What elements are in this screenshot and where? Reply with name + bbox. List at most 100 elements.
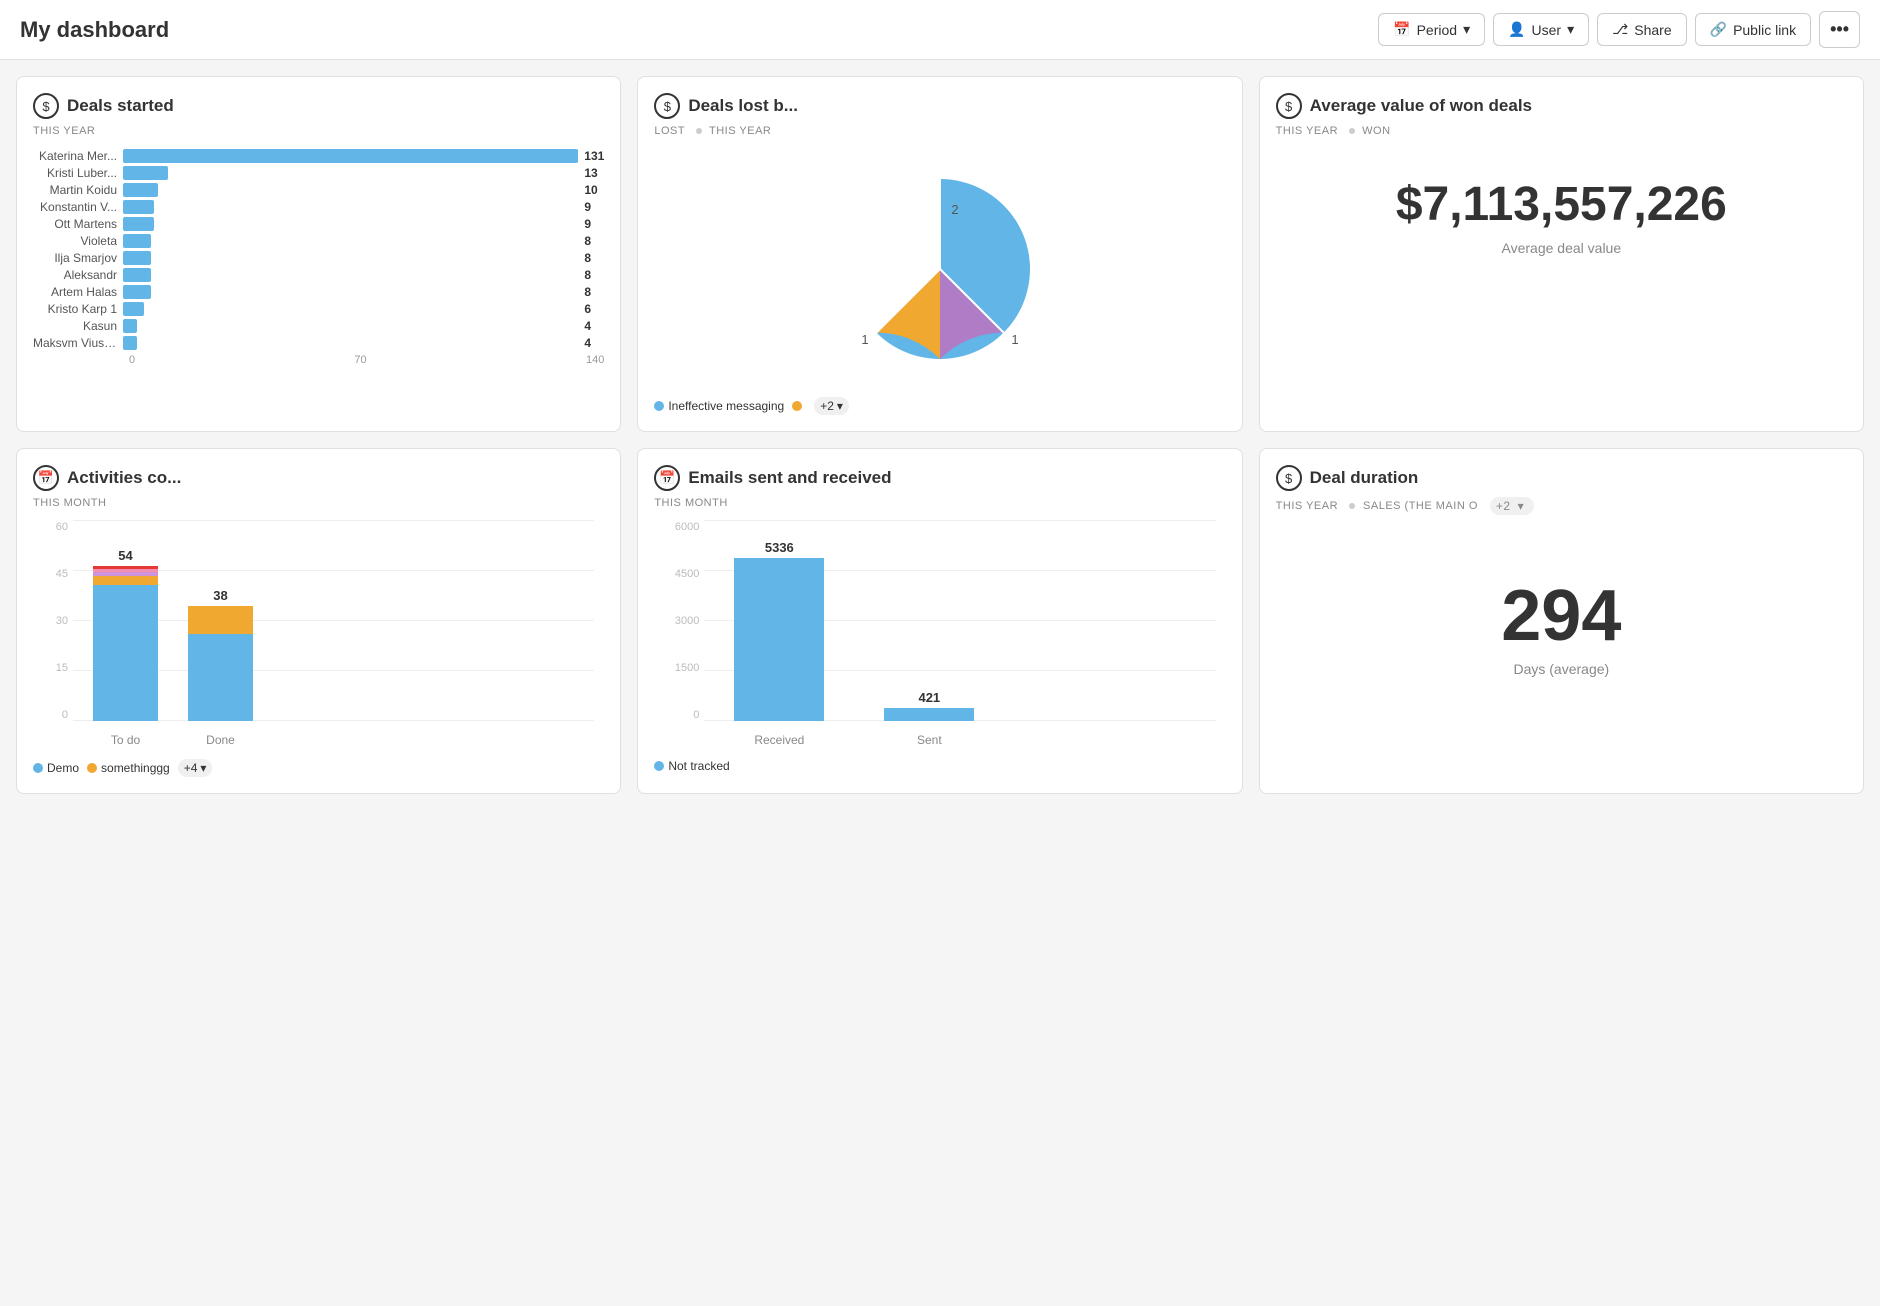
- deals-lost-card: $ Deals lost b... LOST THIS YEAR 2: [637, 76, 1242, 432]
- deal-duration-more-label: +2: [1496, 499, 1511, 513]
- bar-group-done: 38: [188, 588, 253, 721]
- x-axis-labels: To do Done: [73, 733, 594, 747]
- deal-duration-card: $ Deal duration THIS YEAR SALES (THE MAI…: [1259, 448, 1864, 794]
- email-bar-received: 5336: [734, 540, 824, 721]
- deals-started-title: Deals started: [67, 96, 174, 116]
- public-link-label: Public link: [1733, 22, 1796, 38]
- bar-value: 8: [584, 234, 604, 248]
- bar-track: [123, 319, 578, 333]
- deals-lost-subtitle: LOST THIS YEAR: [654, 125, 1225, 137]
- sent-bar: [884, 708, 974, 721]
- public-link-button[interactable]: 🔗 Public link: [1695, 13, 1811, 46]
- emails-card: 📅 Emails sent and received THIS MONTH 0 …: [637, 448, 1242, 794]
- bar-value: 131: [584, 149, 604, 163]
- bar-track: [123, 234, 578, 248]
- bar-track: [123, 268, 578, 282]
- emails-legend: Not tracked: [654, 759, 1225, 773]
- bar-value: 8: [584, 285, 604, 299]
- bar-value: 9: [584, 200, 604, 214]
- bar-row: Maksvm Viushkin4: [33, 336, 604, 350]
- activities-chart: 0 15 30 45 60 54: [33, 521, 604, 751]
- bar-row: Aleksandr 8: [33, 268, 604, 282]
- bar-label-todo: 54: [118, 548, 132, 563]
- bar-fill: [123, 302, 144, 316]
- legend-label: Ineffective messaging: [668, 399, 784, 413]
- emails-chart: 0 1500 3000 4500 6000 5336: [654, 521, 1225, 751]
- user-label: User: [1532, 22, 1562, 38]
- bar-fill: [123, 251, 151, 265]
- link-icon: 🔗: [1710, 21, 1727, 38]
- avg-value-number: $7,113,557,226: [1276, 177, 1847, 232]
- activities-card: 📅 Activities co... THIS MONTH 0 15 30 45…: [16, 448, 621, 794]
- activities-legend-more[interactable]: +4 ▾: [178, 759, 213, 777]
- bar-fill: [123, 217, 154, 231]
- bar-segment: [188, 606, 253, 634]
- sent-label: 421: [918, 690, 940, 705]
- bar-label: Katerina Mer...: [33, 149, 123, 163]
- bar-track: [123, 200, 578, 214]
- emails-x-labels: Received Sent: [704, 733, 1215, 747]
- period-button[interactable]: 📅 Period ▾: [1378, 13, 1485, 46]
- more-icon: •••: [1830, 19, 1849, 40]
- legend-item-ineffective: Ineffective messaging: [654, 399, 784, 413]
- bar-row: Konstantin V...9: [33, 200, 604, 214]
- emails-title: Emails sent and received: [688, 468, 891, 488]
- deals-started-subtitle: THIS YEAR: [33, 125, 604, 137]
- legend-label-demo: Demo: [47, 761, 79, 775]
- emails-bars: 5336 421: [704, 540, 1215, 721]
- bar-label: Aleksandr: [33, 268, 123, 282]
- bar-fill: [123, 319, 137, 333]
- bar-track: [123, 166, 578, 180]
- deals-lost-header: $ Deals lost b...: [654, 93, 1225, 119]
- bar-row: Kristi Luber...13: [33, 166, 604, 180]
- bar-row: Violeta 8: [33, 234, 604, 248]
- legend-more-button[interactable]: +2 ▾: [814, 397, 849, 415]
- bar-fill: [123, 166, 168, 180]
- user-button[interactable]: 👤 User ▾: [1493, 13, 1589, 46]
- deals-started-axis: 070140: [33, 354, 604, 366]
- avg-value-card: $ Average value of won deals THIS YEAR W…: [1259, 76, 1864, 432]
- share-button[interactable]: ⎇ Share: [1597, 13, 1687, 46]
- legend-label-not-tracked: Not tracked: [668, 759, 729, 773]
- bar-fill: [123, 336, 137, 350]
- bar-fill: [123, 285, 151, 299]
- pie-chart: 2 1 1: [830, 159, 1050, 379]
- bar-todo: [93, 566, 158, 721]
- legend-item-somethinggg: somethinggg: [87, 761, 170, 775]
- deal-duration-subtitle: THIS YEAR SALES (THE MAIN O +2 ▾: [1276, 497, 1847, 515]
- bar-row: Ott Martens9: [33, 217, 604, 231]
- bar-row: Artem Halas8: [33, 285, 604, 299]
- received-label: 5336: [765, 540, 794, 555]
- bar-row: Martin Koidu10: [33, 183, 604, 197]
- legend-dot-demo: [33, 763, 43, 773]
- bar-value: 8: [584, 268, 604, 282]
- legend-dot-somethinggg: [87, 763, 97, 773]
- bar-fill: [123, 234, 151, 248]
- bar-segment: [93, 585, 158, 721]
- bar-value: 4: [584, 319, 604, 333]
- legend-more-label: +2: [820, 399, 834, 413]
- bar-row: Kristo Karp 16: [33, 302, 604, 316]
- activities-legend-more-label: +4: [184, 761, 198, 775]
- bar-label: Violeta: [33, 234, 123, 248]
- deal-duration-more[interactable]: +2 ▾: [1490, 497, 1534, 515]
- header-actions: 📅 Period ▾ 👤 User ▾ ⎇ Share 🔗 Public lin…: [1378, 11, 1860, 48]
- chevron-down-icon: ▾: [837, 399, 843, 413]
- bar-segment: [93, 576, 158, 585]
- more-button[interactable]: •••: [1819, 11, 1860, 48]
- activities-bars: 54 38: [73, 548, 594, 721]
- bar-row: Ilja Smarjov8: [33, 251, 604, 265]
- bar-label-done: 38: [213, 588, 227, 603]
- deal-duration-header: $ Deal duration: [1276, 465, 1847, 491]
- legend-item-demo: Demo: [33, 761, 79, 775]
- svg-text:1: 1: [861, 332, 868, 347]
- bar-fill: [123, 183, 158, 197]
- deals-started-header: $ Deals started: [33, 93, 604, 119]
- bar-value: 6: [584, 302, 604, 316]
- bar-label: Martin Koidu: [33, 183, 123, 197]
- bar-track: [123, 302, 578, 316]
- chevron-down-icon: ▾: [1518, 499, 1525, 513]
- legend-item-2: [792, 401, 806, 411]
- deals-lost-legend: Ineffective messaging +2 ▾: [654, 397, 1225, 415]
- svg-text:1: 1: [1011, 332, 1018, 347]
